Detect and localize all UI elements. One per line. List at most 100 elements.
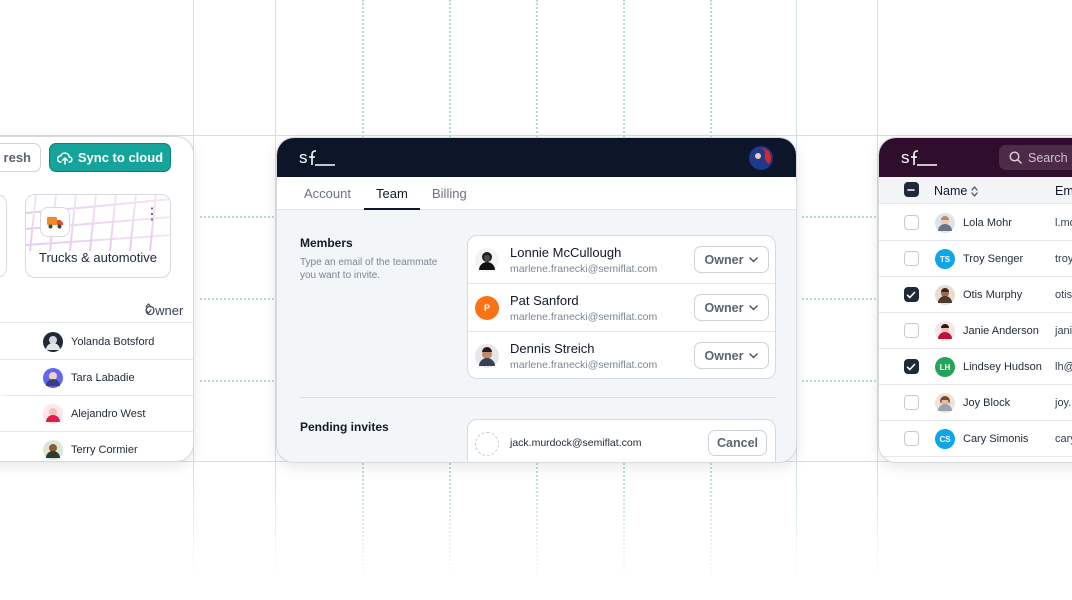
members-title: Members <box>300 236 353 250</box>
avatar-initials: LH <box>935 357 955 377</box>
person-email: lh@ <box>1055 361 1072 373</box>
tab-billing[interactable]: Billing <box>432 186 467 201</box>
category-tile-trucks[interactable]: ⋮ Trucks & automotive <box>25 194 171 278</box>
table-row[interactable]: Terry Cormier <box>0 432 193 461</box>
refresh-button[interactable]: resh <box>0 143 41 172</box>
table-row[interactable]: CS Cary Simonis cary <box>879 421 1072 457</box>
avatar <box>935 321 955 346</box>
row-checkbox[interactable] <box>904 431 919 446</box>
svg-text:s: s <box>299 148 308 167</box>
table-row[interactable]: Lola Mohr l.mo <box>879 205 1072 241</box>
dotted-guide <box>200 380 274 382</box>
settings-tabs: Account Team Billing <box>277 177 796 210</box>
table-row[interactable]: LH Lindsey Hudson lh@ <box>879 349 1072 385</box>
table-row[interactable]: TS Troy Senger troy <box>879 241 1072 277</box>
person-email: l.mo <box>1055 217 1072 229</box>
search-placeholder: Search <box>1028 150 1068 165</box>
table-row[interactable]: Tara Labadie <box>0 360 193 396</box>
email-column-header[interactable]: Em <box>1055 184 1072 198</box>
chevron-down-icon <box>749 352 759 359</box>
select-all-checkbox[interactable] <box>904 182 919 197</box>
search-icon <box>1009 151 1022 164</box>
avatar: LH <box>935 357 955 377</box>
team-settings-card: s Account Team Billing Members Type an e… <box>276 137 797 463</box>
member-email: marlene.franecki@semiflat.com <box>510 359 658 371</box>
avatar: P <box>475 296 499 320</box>
sync-label: Sync to cloud <box>77 150 164 165</box>
row-checkbox[interactable] <box>904 287 919 302</box>
row-checkbox[interactable] <box>904 323 919 338</box>
people-table-card: s Search Name Em Lola Mohr l.mo TS Troy … <box>878 137 1072 463</box>
role-select[interactable]: Owner <box>694 342 769 369</box>
name-header-label: Name <box>934 184 968 198</box>
owner-name: Tara Labadie <box>71 372 135 384</box>
search-input[interactable]: Search <box>999 145 1072 170</box>
members-description: Type an email of the teammate you want t… <box>300 257 438 281</box>
table-row[interactable]: Janie Anderson jani <box>879 313 1072 349</box>
role-select[interactable]: Owner <box>694 246 769 273</box>
avatar <box>43 332 63 357</box>
member-row: Dennis Streich marlene.franecki@semiflat… <box>468 332 775 378</box>
dotted-guide <box>802 380 876 382</box>
row-checkbox[interactable] <box>904 251 919 266</box>
tab-team[interactable]: Team <box>376 186 408 201</box>
role-value: Owner <box>704 348 744 363</box>
person-email: cary <box>1055 433 1072 445</box>
person-email: joy. <box>1055 397 1072 409</box>
table-row[interactable]: Alejandro West <box>0 396 193 432</box>
dotted-guide <box>200 216 274 218</box>
person-name: Troy Senger <box>963 253 1024 265</box>
role-select[interactable]: Owner <box>694 294 769 321</box>
owner-name: Yolanda Botsford <box>71 336 155 348</box>
table-row[interactable]: Yolanda Botsford <box>0 324 193 360</box>
pending-invites-title: Pending invites <box>300 420 389 434</box>
avatar <box>475 248 499 277</box>
avatar <box>43 404 63 429</box>
members-list: Lonnie McCullough marlene.franecki@semif… <box>467 235 776 379</box>
person-email: troy <box>1055 253 1072 265</box>
cell-edge <box>1 360 3 396</box>
dotted-guide <box>802 216 876 218</box>
more-options-icon[interactable]: ⋮ <box>144 207 160 223</box>
refresh-label: resh <box>3 150 31 165</box>
pending-email: jack.murdock@semiflat.com <box>510 437 642 449</box>
app-header: s <box>277 138 796 177</box>
avatar <box>935 393 955 418</box>
person-name: Cary Simonis <box>963 433 1029 445</box>
owner-name: Alejandro West <box>71 408 146 420</box>
avatar <box>43 368 63 393</box>
section-divider <box>300 397 776 398</box>
role-value: Owner <box>704 252 744 267</box>
table-row[interactable]: Joy Block joy. <box>879 385 1072 421</box>
user-avatar[interactable] <box>749 146 773 170</box>
row-checkbox[interactable] <box>904 215 919 230</box>
avatar <box>43 440 63 461</box>
member-email: marlene.franecki@semiflat.com <box>510 263 658 275</box>
active-tab-indicator <box>364 208 420 210</box>
table-header: Name Em <box>879 177 1072 204</box>
row-checkbox[interactable] <box>904 359 919 374</box>
avatar <box>935 213 955 238</box>
person-name: Otis Murphy <box>963 289 1023 301</box>
person-name: Lindsey Hudson <box>963 361 1042 373</box>
avatar-initials: TS <box>935 249 955 269</box>
name-column-header[interactable]: Name <box>934 184 978 198</box>
svg-text:s: s <box>901 148 910 167</box>
owner-column-header[interactable]: Owner <box>0 299 193 323</box>
catalog-card: resh Sync to cloud ⋮ Trucks & automotive <box>0 136 194 462</box>
table-row[interactable]: Otis Murphy otis <box>879 277 1072 313</box>
person-name: Janie Anderson <box>963 325 1039 337</box>
cloud-upload-icon <box>56 151 73 165</box>
cancel-invite-button[interactable]: Cancel <box>708 430 767 456</box>
app-header: s Search <box>879 138 1072 177</box>
tab-account[interactable]: Account <box>304 186 351 201</box>
category-tile[interactable] <box>0 194 7 278</box>
row-checkbox[interactable] <box>904 395 919 410</box>
avatar: CS <box>935 429 955 449</box>
avatar: TS <box>935 249 955 269</box>
chevron-down-icon <box>749 256 759 263</box>
dotted-guide <box>802 298 876 300</box>
owner-name: Terry Cormier <box>71 444 138 456</box>
chevron-down-icon <box>749 304 759 311</box>
sync-to-cloud-button[interactable]: Sync to cloud <box>49 143 171 172</box>
